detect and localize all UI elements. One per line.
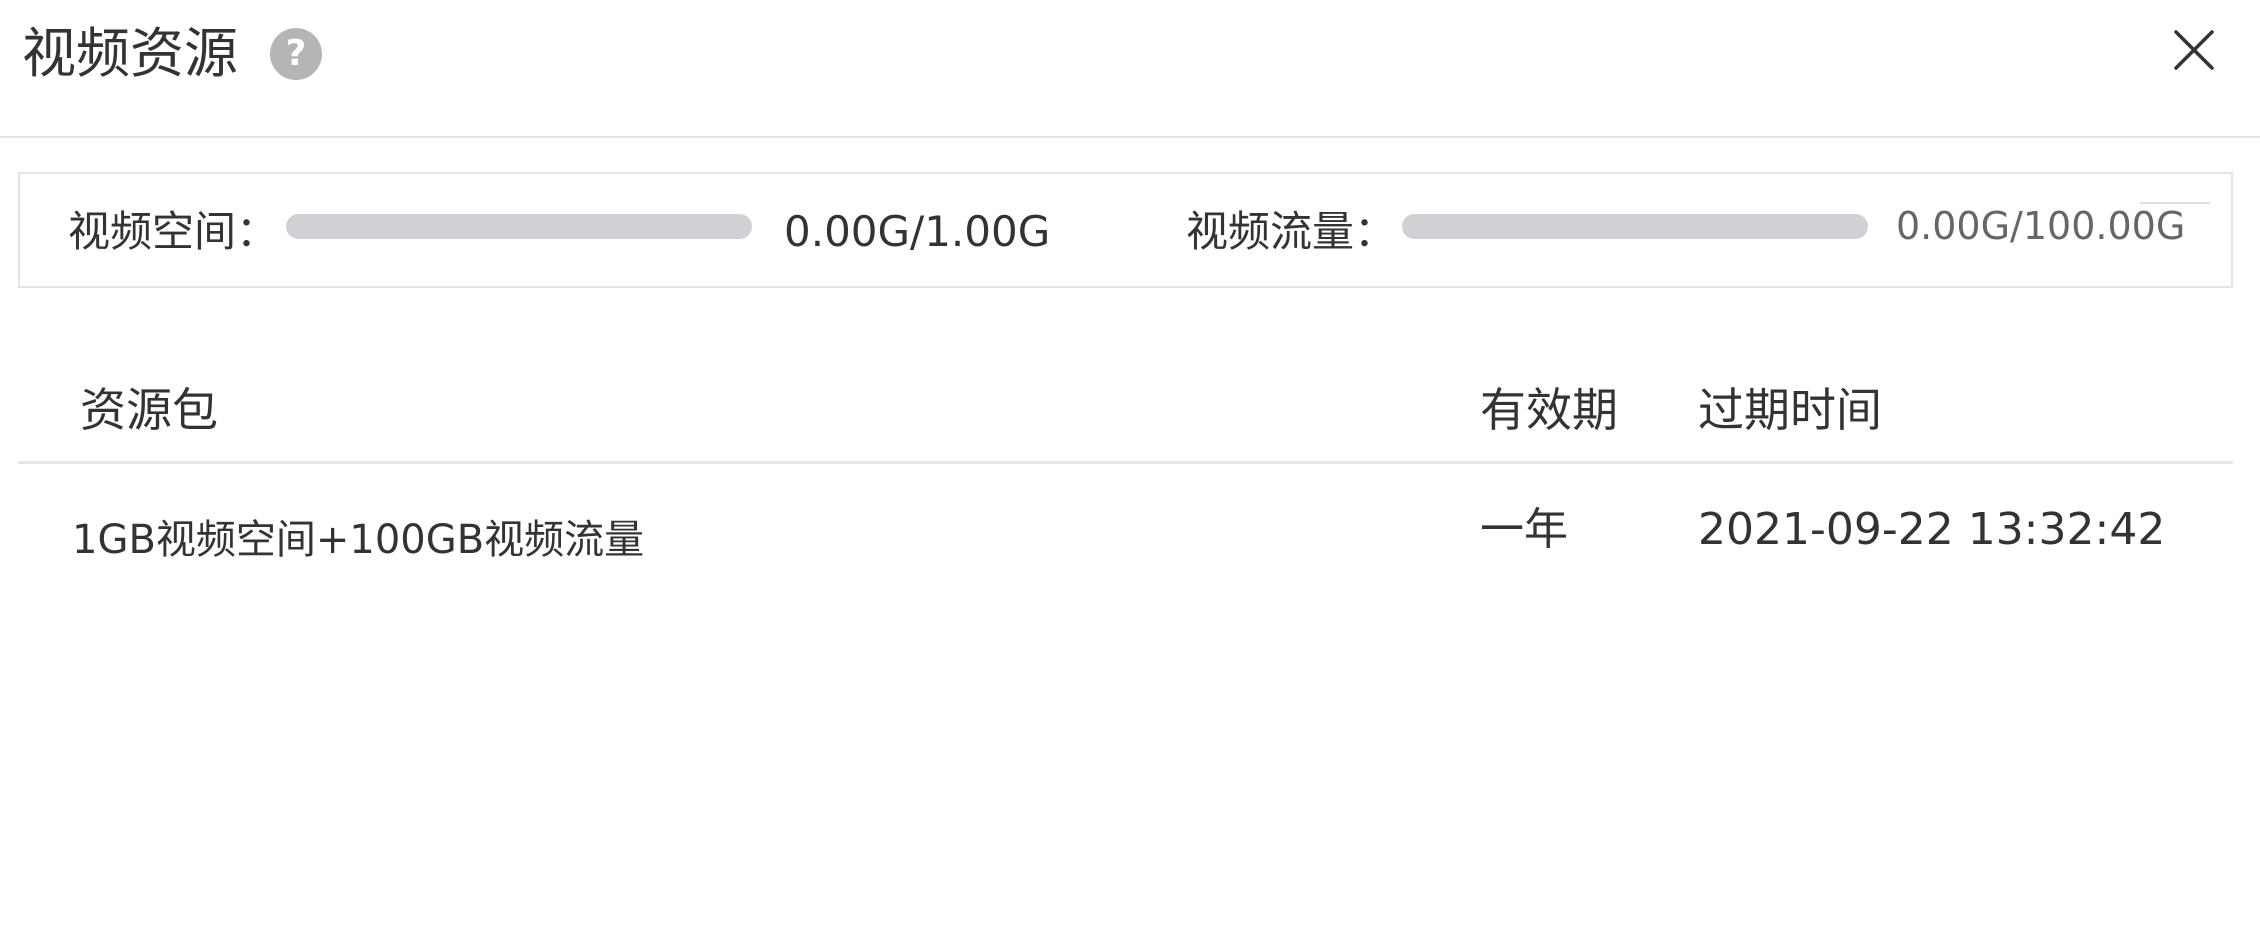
- close-icon[interactable]: [2166, 22, 2222, 78]
- space-usage-label: 视频空间：: [68, 207, 279, 256]
- table-header: 资源包 有效期 过期时间: [18, 360, 2233, 464]
- usage-panel: 视频空间： 0.00G/1.00G 视频流量： 0.00G/100.00G: [18, 172, 2233, 288]
- table-row: 1GB视频空间+100GB视频流量 一年 2021-09-22 13:32:42: [18, 464, 2233, 584]
- space-usage-value: 0.00G/1.00G: [784, 207, 1051, 256]
- column-header-expires: 过期时间: [1698, 383, 1882, 437]
- dialog-title: 视频资源: [22, 22, 238, 85]
- validity-cell: 一年: [1480, 504, 1568, 555]
- expires-cell: 2021-09-22 13:32:42: [1698, 504, 2166, 555]
- dialog-header: 视频资源 ?: [0, 0, 2260, 138]
- traffic-usage-value: 0.00G/100.00G: [1896, 204, 2186, 248]
- column-header-package: 资源包: [80, 383, 218, 437]
- package-name-cell: 1GB视频空间+100GB视频流量: [72, 517, 645, 563]
- question-circle-icon[interactable]: ?: [270, 28, 322, 80]
- column-header-validity: 有效期: [1480, 383, 1618, 437]
- traffic-usage-bar: [1402, 214, 1868, 239]
- space-usage-bar: [286, 214, 752, 239]
- traffic-usage-label: 视频流量：: [1186, 207, 1397, 256]
